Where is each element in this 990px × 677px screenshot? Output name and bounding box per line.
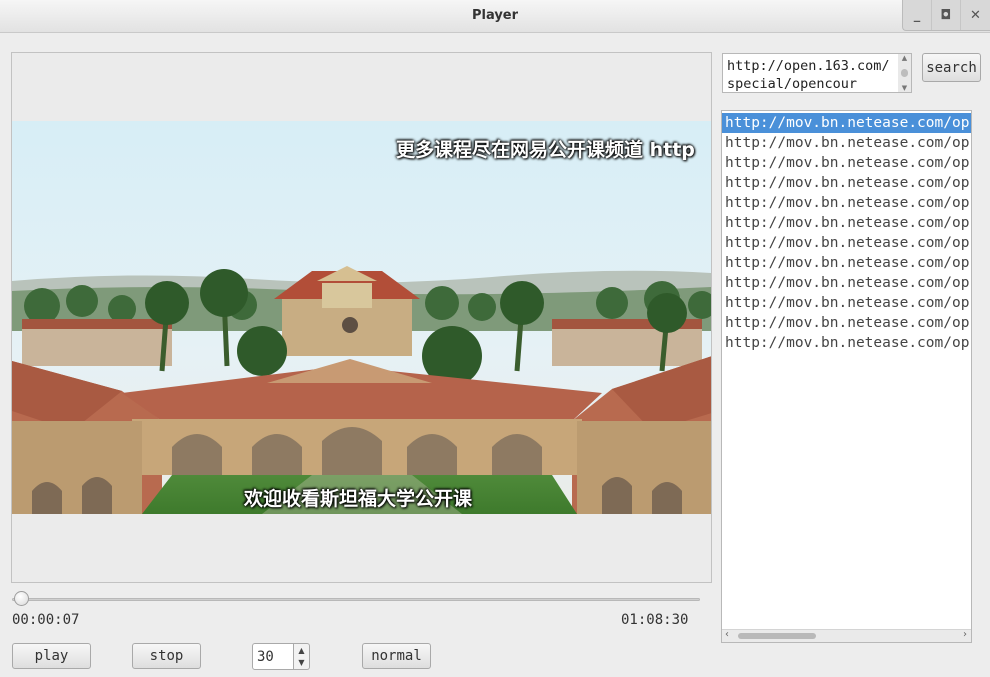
list-item[interactable]: http://mov.bn.netease.com/op (722, 313, 971, 333)
list-item[interactable]: http://mov.bn.netease.com/op (722, 293, 971, 313)
window-titlebar[interactable]: Player _ ◘ ✕ (0, 0, 990, 33)
subtitle-bottom: 欢迎收看斯坦福大学公开课 (244, 488, 473, 510)
subtitle-top: 更多课程尽在网易公开课频道 http (396, 139, 695, 161)
url-scroll-thumb[interactable] (901, 69, 908, 77)
seek-slider-handle[interactable] (14, 591, 30, 606)
total-time: 01:08:30 (621, 612, 689, 628)
video-frame-image: 更多课程尽在网易公开课频道 http 欢迎收看斯坦福大学公开课 (12, 121, 711, 514)
list-item[interactable]: http://mov.bn.netease.com/op (722, 273, 971, 293)
list-item[interactable]: http://mov.bn.netease.com/op (722, 213, 971, 233)
seek-slider-track[interactable] (12, 598, 700, 601)
list-item[interactable]: http://mov.bn.netease.com/op (722, 153, 971, 173)
maximize-button[interactable]: ◘ (932, 0, 961, 30)
window-controls: _ ◘ ✕ (902, 0, 990, 31)
list-item[interactable]: http://mov.bn.netease.com/op (722, 333, 971, 353)
normal-speed-button[interactable]: normal (362, 643, 431, 669)
speed-spinbox-buttons: ▲ ▼ (294, 643, 310, 670)
chevron-right-icon[interactable]: › (963, 629, 967, 640)
list-item[interactable]: http://mov.bn.netease.com/op (722, 193, 971, 213)
url-input-scrollbar[interactable]: ▲ ▼ (898, 54, 911, 92)
chevron-left-icon[interactable]: ‹ (725, 629, 729, 640)
list-item[interactable]: http://mov.bn.netease.com/op (722, 253, 971, 273)
list-item[interactable]: http://mov.bn.netease.com/op (722, 133, 971, 153)
campus-scene-image (12, 121, 711, 514)
chevron-up-icon[interactable]: ▲ (298, 646, 304, 655)
play-button[interactable]: play (12, 643, 91, 669)
chevron-up-icon[interactable]: ▲ (902, 54, 907, 62)
video-panel[interactable]: 更多课程尽在网易公开课频道 http 欢迎收看斯坦福大学公开课 (11, 52, 712, 583)
search-button[interactable]: search (922, 53, 981, 82)
close-button[interactable]: ✕ (961, 0, 990, 30)
stop-button[interactable]: stop (132, 643, 201, 669)
minimize-button[interactable]: _ (903, 0, 932, 30)
chevron-down-icon[interactable]: ▼ (298, 658, 304, 667)
list-item[interactable]: http://mov.bn.netease.com/op (722, 233, 971, 253)
speed-spinbox-input[interactable]: 30 (252, 643, 294, 670)
url-input[interactable]: http://open.163.com/special/opencour (722, 53, 912, 93)
window-title: Player (471, 8, 519, 23)
result-list[interactable]: http://mov.bn.netease.com/op http://mov.… (721, 110, 972, 643)
current-time: 00:00:07 (12, 612, 80, 628)
list-item[interactable]: http://mov.bn.netease.com/op (722, 173, 971, 193)
result-list-hscrollbar[interactable]: ‹ › (722, 629, 971, 642)
chevron-down-icon[interactable]: ▼ (902, 84, 907, 92)
hscroll-thumb[interactable] (738, 633, 816, 639)
list-item[interactable]: http://mov.bn.netease.com/op (722, 113, 971, 133)
